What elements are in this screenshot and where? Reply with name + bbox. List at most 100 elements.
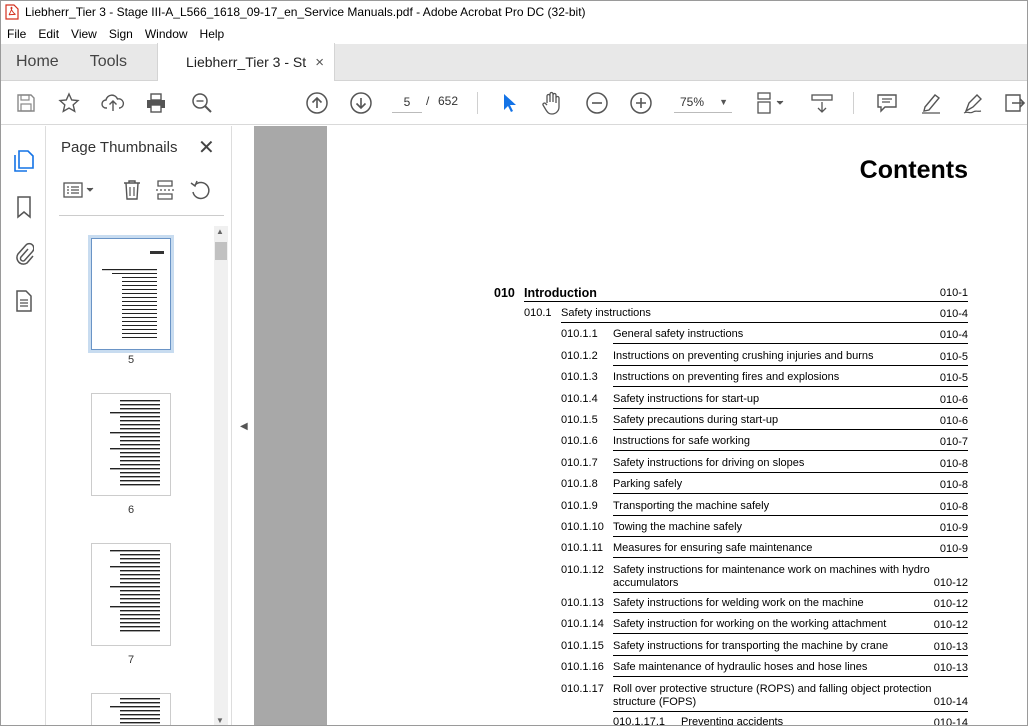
- toc-entry-underline: [613, 536, 968, 537]
- thumbnail-page-5[interactable]: [88, 235, 174, 353]
- toc-entry-title: Instructions for safe working: [613, 435, 750, 447]
- toc-entry-title: Safety precautions during start-up: [613, 414, 779, 426]
- scroll-mode-icon[interactable]: [809, 90, 835, 116]
- toc-entry-title: Preventing accidents: [681, 716, 784, 726]
- insert-page-icon[interactable]: [152, 177, 178, 203]
- zoom-search-icon[interactable]: [189, 90, 215, 116]
- save-icon[interactable]: [13, 90, 39, 116]
- scroll-up-icon[interactable]: ▲: [216, 227, 224, 236]
- bookmark-star-icon[interactable]: [56, 90, 82, 116]
- toc-entry-page: 010-14: [933, 696, 968, 708]
- toc-entry-title: Safe maintenance of hydraulic hoses and …: [613, 661, 868, 673]
- chevron-down-icon: ▼: [719, 97, 728, 107]
- toc-entry-number: 010.1.14: [561, 618, 604, 630]
- thumbnail-options-icon[interactable]: [61, 177, 97, 203]
- toc-entry-underline: [613, 493, 968, 494]
- scroll-down-icon[interactable]: ▼: [216, 716, 224, 725]
- toc-entry-title: Measures for ensuring safe maintenance: [613, 542, 813, 554]
- toc-entry-title: Safety instructions: [561, 307, 651, 319]
- scrollbar-thumb[interactable]: [215, 242, 227, 260]
- zoom-out-icon[interactable]: [584, 90, 610, 116]
- toc-entry-number: 010: [494, 286, 515, 300]
- page-number-input[interactable]: 5: [392, 91, 422, 113]
- toc-entry-title: Safety instructions for transporting the…: [613, 640, 889, 652]
- sign-pen-icon[interactable]: [961, 90, 987, 116]
- rotate-page-icon[interactable]: [187, 177, 213, 203]
- toc-entry-page: 010-9: [939, 522, 968, 534]
- menu-file[interactable]: File: [1, 27, 32, 41]
- toc-entry-page: 010-4: [939, 308, 968, 320]
- toc-entry-page: 010-13: [933, 641, 968, 653]
- tab-tools[interactable]: Tools: [74, 43, 143, 80]
- toc-entry-underline: [613, 386, 968, 387]
- toc-entry-number: 010.1.15: [561, 640, 604, 652]
- toc-entry-page: 010-8: [939, 458, 968, 470]
- hand-tool-icon[interactable]: [539, 90, 565, 116]
- toc-entry-underline: [613, 711, 968, 712]
- thumbnail-scrollbar[interactable]: ▲ ▼: [214, 226, 228, 725]
- toc-entry-title-continued: structure (FOPS): [613, 696, 697, 708]
- highlight-pen-icon[interactable]: [918, 90, 944, 116]
- menu-help[interactable]: Help: [194, 27, 231, 41]
- main-toolbar: 5 / 652 75% ▼: [1, 81, 1027, 125]
- toc-entry-page: 010-14: [933, 717, 968, 726]
- toc-entry-number: 010.1.10: [561, 521, 604, 533]
- toc-entry-number: 010.1: [524, 307, 552, 319]
- tab-document[interactable]: Liebherr_Tier 3 - St... ×: [157, 43, 336, 81]
- toc-entry-underline: [613, 472, 968, 473]
- next-page-icon[interactable]: [348, 90, 374, 116]
- comment-icon[interactable]: [874, 90, 900, 116]
- menu-edit[interactable]: Edit: [32, 27, 65, 41]
- panel-collapse-strip[interactable]: ◀: [232, 126, 254, 725]
- zoom-in-icon[interactable]: [628, 90, 654, 116]
- thumbnail-label: 5: [127, 354, 135, 366]
- pdf-page: Contents 010 Introduction 010-1 010.1 Safety…: [327, 126, 1027, 726]
- toc-entry-page: 010-12: [933, 598, 968, 610]
- bookmarks-icon[interactable]: [11, 194, 37, 220]
- toc-entry-page: 010-6: [939, 394, 968, 406]
- thumbnail-page-8[interactable]: [91, 693, 171, 725]
- toc-entry-underline: [561, 322, 968, 323]
- page-heading: Contents: [859, 156, 968, 184]
- document-viewer[interactable]: Contents 010 Introduction 010-1 010.1 Safety…: [254, 126, 1027, 726]
- panel-divider: [59, 215, 224, 216]
- zoom-level-value: 75%: [680, 95, 705, 109]
- toc-entry-underline: [613, 676, 968, 677]
- toc-entry-title: Safety instructions for start-up: [613, 393, 760, 405]
- panel-close-icon[interactable]: ✕: [198, 135, 215, 160]
- select-cursor-icon[interactable]: [496, 90, 522, 116]
- chevron-left-icon[interactable]: ◀: [240, 421, 248, 432]
- print-icon[interactable]: [143, 90, 169, 116]
- toc-entry-underline: [613, 633, 968, 634]
- more-tools-icon[interactable]: [1002, 90, 1027, 116]
- menu-window[interactable]: Window: [139, 27, 194, 41]
- thumbnail-page-6[interactable]: [91, 393, 171, 496]
- toc-entry-underline: [613, 557, 968, 558]
- menu-sign[interactable]: Sign: [103, 27, 139, 41]
- tab-bar: Home Tools Liebherr_Tier 3 - St... ×: [1, 43, 1027, 81]
- toc-entry-number: 010.1.5: [561, 414, 598, 426]
- toc-entry-underline: [613, 343, 968, 344]
- previous-page-icon[interactable]: [304, 90, 330, 116]
- toc-entry-number: 010.1.6: [561, 435, 598, 447]
- tab-document-label: Liebherr_Tier 3 - St...: [186, 54, 308, 70]
- menu-view[interactable]: View: [65, 27, 103, 41]
- zoom-level-select[interactable]: 75% ▼: [674, 91, 732, 113]
- share-cloud-icon[interactable]: [100, 90, 126, 116]
- page-display-icon[interactable]: [754, 90, 790, 116]
- toc-entry-number: 010.1.13: [561, 597, 604, 609]
- page-thumbnails-icon[interactable]: [11, 148, 37, 174]
- document-properties-icon[interactable]: [11, 288, 37, 314]
- toc-entry-page: 010-12: [933, 619, 968, 631]
- tab-close-icon[interactable]: ×: [315, 54, 324, 71]
- toc-entry-title: Towing the machine safely: [613, 521, 743, 533]
- toc-entry-page: 010-5: [939, 372, 968, 384]
- toc-entry-underline: [613, 612, 968, 613]
- toc-entry-underline: [613, 408, 968, 409]
- thumbnail-page-7[interactable]: [91, 543, 171, 646]
- toc-entry-page: 010-5: [939, 351, 968, 363]
- attachments-paperclip-icon[interactable]: [11, 240, 37, 266]
- delete-page-icon[interactable]: [119, 177, 145, 203]
- toc-entry-underline: [613, 450, 968, 451]
- tab-home[interactable]: Home: [1, 43, 74, 80]
